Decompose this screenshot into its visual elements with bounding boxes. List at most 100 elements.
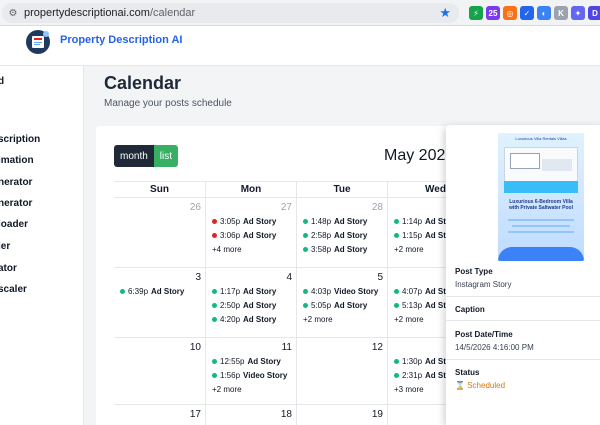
event-status-dot — [212, 373, 217, 378]
event-time: 12:55p — [220, 357, 245, 366]
event-time: 6:39p — [128, 287, 149, 296]
sidebar-item[interactable]: scaler — [0, 284, 27, 295]
calendar-day-cell[interactable]: 17 — [114, 405, 206, 425]
calendar-event[interactable]: 3:58p Ad Story — [303, 245, 367, 254]
url-text: propertydescriptionai.com/calendar — [24, 7, 196, 19]
day-number[interactable]: 12 — [372, 342, 383, 353]
app-header: Property Description AI — [0, 26, 600, 66]
sidebar-item[interactable]: loader — [0, 219, 28, 230]
event-title: Video Story — [334, 287, 379, 296]
day-number[interactable]: 28 — [372, 202, 383, 213]
post-thumbnail: Luxurious Villa Rentals Villas Luxurious… — [498, 133, 584, 261]
more-events-link[interactable]: +2 more — [303, 315, 333, 324]
sidebar-item[interactable]: nerator — [0, 198, 32, 209]
day-number[interactable]: 19 — [372, 409, 383, 420]
calendar-event[interactable]: 6:39p Ad Story — [120, 287, 184, 296]
calendar-event[interactable]: 2:58p Ad Story — [303, 231, 367, 240]
event-time: 1:56p — [220, 371, 241, 380]
ext-5-icon[interactable]: ◐ — [537, 6, 551, 20]
day-number[interactable]: 4 — [286, 272, 292, 283]
event-time: 4:03p — [311, 287, 332, 296]
site-settings-icon[interactable]: ⚙ — [6, 6, 20, 20]
day-number[interactable]: 11 — [282, 342, 292, 353]
calendar-event[interactable]: 1:56p Video Story — [212, 371, 287, 380]
event-status-dot — [303, 289, 308, 294]
calendar-event[interactable]: 3:06p Ad Story — [212, 231, 276, 240]
calendar-event[interactable]: 1:48p Ad Story — [303, 217, 367, 226]
event-time: 2:31p — [402, 371, 423, 380]
bookmark-star-icon[interactable]: ★ — [439, 5, 451, 21]
calendar-event[interactable]: 2:50p Ad Story — [212, 301, 276, 310]
calendar-event[interactable]: 4:03p Video Story — [303, 287, 378, 296]
view-toggle: month list — [114, 145, 179, 167]
more-events-link[interactable]: +2 more — [394, 245, 424, 254]
event-time: 5:05p — [311, 301, 332, 310]
event-status-dot — [212, 233, 217, 238]
day-number[interactable]: 26 — [190, 202, 201, 213]
calendar-day-cell[interactable]: 10 — [114, 338, 206, 405]
event-title: Ad Story — [243, 231, 277, 240]
day-number[interactable]: 3 — [195, 272, 201, 283]
day-number[interactable]: 10 — [190, 342, 201, 353]
month-view-button[interactable]: month — [114, 145, 154, 167]
browser-toolbar: ⚙ propertydescriptionai.com/calendar ★ ⚡… — [0, 0, 600, 26]
ext-4-icon[interactable]: ✓ — [520, 6, 534, 20]
calendar-day-cell[interactable]: 3 6:39p Ad Story — [114, 268, 206, 338]
event-status-dot — [303, 247, 308, 252]
event-status-dot — [394, 359, 399, 364]
event-status-dot — [303, 219, 308, 224]
calendar-day-cell[interactable]: 11 12:55p Ad Story 1:56p Video Story +2 more — [206, 338, 297, 405]
day-number[interactable]: 5 — [377, 272, 383, 283]
calendar-event[interactable]: 1:17p Ad Story — [212, 287, 276, 296]
event-status-dot — [212, 219, 217, 224]
calendar-day-cell[interactable]: 19 — [297, 405, 388, 425]
sidebar: d scription imation nerator nerator loader ler… — [0, 66, 84, 425]
ext-1-icon[interactable]: ⚡ — [469, 6, 483, 20]
event-time: 1:15p — [402, 231, 423, 240]
more-events-link[interactable]: +2 more — [212, 385, 242, 394]
calendar-day-cell[interactable]: 28 1:48p Ad Story 2:58p Ad Story 3:58p Ad Stor… — [297, 198, 388, 268]
sidebar-item[interactable]: ator — [0, 263, 17, 274]
ext-2-icon[interactable]: 25 — [486, 6, 500, 20]
page-subtitle: Manage your posts schedule — [104, 98, 232, 109]
post-date-label: Post Date/Time — [455, 330, 513, 339]
sidebar-item[interactable]: scription — [0, 134, 40, 145]
calendar-day-cell[interactable]: 26 — [114, 198, 206, 268]
sidebar-item[interactable]: nerator — [0, 177, 32, 188]
sidebar-item[interactable]: d — [0, 76, 4, 87]
day-number[interactable]: 17 — [190, 409, 201, 420]
calendar-day-cell[interactable]: 18 — [206, 405, 297, 425]
day-of-week-header: Mon — [206, 181, 297, 198]
event-status-dot — [303, 233, 308, 238]
more-events-link[interactable]: +4 more — [212, 245, 242, 254]
calendar-event[interactable]: 3:05p Ad Story — [212, 217, 276, 226]
event-title: Ad Story — [334, 231, 368, 240]
event-title: Ad Story — [334, 301, 368, 310]
event-title: Ad Story — [334, 245, 368, 254]
address-bar[interactable]: ⚙ propertydescriptionai.com/calendar ★ — [2, 3, 459, 23]
event-status-dot — [212, 289, 217, 294]
calendar-event[interactable]: 12:55p Ad Story — [212, 357, 281, 366]
ext-6-icon[interactable]: K — [554, 6, 568, 20]
calendar-event[interactable]: 4:20p Ad Story — [212, 315, 276, 324]
calendar-day-cell[interactable]: 5 4:03p Video Story 5:05p Ad Story +2 more — [297, 268, 388, 338]
divider — [446, 320, 600, 321]
ext-7-icon[interactable]: ✦ — [571, 6, 585, 20]
calendar-day-cell[interactable]: 4 1:17p Ad Story 2:50p Ad Story 4:20p Ad Story — [206, 268, 297, 338]
caption-label: Caption — [455, 305, 485, 314]
day-number[interactable]: 18 — [281, 409, 292, 420]
calendar-event[interactable]: 5:05p Ad Story — [303, 301, 367, 310]
more-events-link[interactable]: +2 more — [394, 315, 424, 324]
ext-8-icon[interactable]: D — [588, 6, 600, 20]
event-time: 2:50p — [220, 301, 241, 310]
day-number[interactable]: 27 — [281, 202, 292, 213]
brand-name[interactable]: Property Description AI — [60, 34, 182, 46]
sidebar-item[interactable]: imation — [0, 155, 34, 166]
more-events-link[interactable]: +3 more — [394, 385, 424, 394]
sidebar-item[interactable]: ler — [0, 241, 10, 252]
day-of-week-header: Sun — [114, 181, 206, 198]
calendar-day-cell[interactable]: 12 — [297, 338, 388, 405]
calendar-day-cell[interactable]: 27 3:05p Ad Story 3:06p Ad Story +4 more — [206, 198, 297, 268]
ext-3-icon[interactable]: ◎ — [503, 6, 517, 20]
list-view-button[interactable]: list — [153, 145, 179, 167]
